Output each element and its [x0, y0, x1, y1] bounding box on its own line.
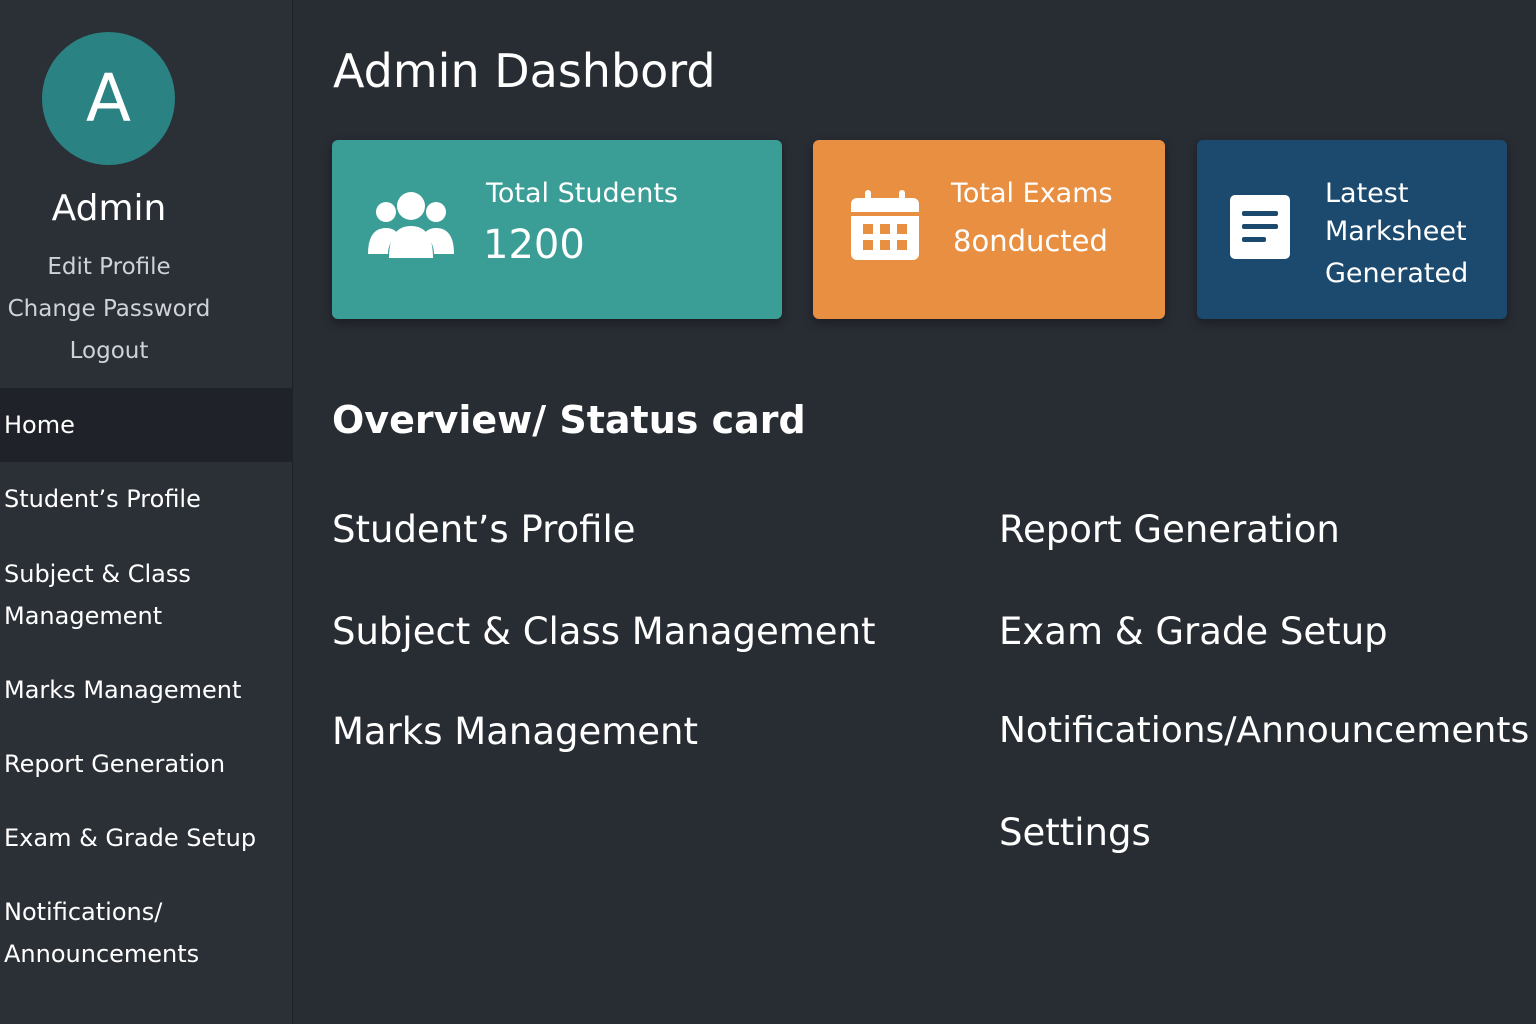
card-value: 8onducted: [953, 224, 1108, 258]
section-title: Overview/ Status card: [332, 398, 806, 442]
logout-link[interactable]: Logout: [0, 338, 218, 364]
document-icon: [1228, 193, 1292, 265]
admin-name: Admin: [51, 188, 167, 229]
sidebar-item-label: Home: [4, 411, 75, 439]
sidebar-item-notifications[interactable]: Notifications/ Announcements: [0, 891, 293, 975]
total-exams-card[interactable]: Total Exams 8onducted: [813, 140, 1165, 319]
card-title: Total Students: [486, 178, 678, 209]
link-subject-class-management[interactable]: Subject & Class Management: [332, 610, 876, 653]
link-marks-management[interactable]: Marks Management: [332, 710, 698, 753]
sidebar-item-report[interactable]: Report Generation: [0, 743, 293, 785]
link-settings[interactable]: Settings: [999, 811, 1151, 854]
total-students-card[interactable]: Total Students 1200: [332, 140, 782, 319]
link-exam-grade-setup[interactable]: Exam & Grade Setup: [999, 610, 1388, 653]
sidebar-item-label: Student’s Profile: [4, 485, 201, 513]
link-notifications-announcements[interactable]: Notifications/Announcements: [999, 710, 1529, 751]
card-value: 1200: [483, 222, 585, 268]
sidebar-item-label: Subject & Class: [4, 560, 191, 588]
sidebar-item-marks[interactable]: Marks Management: [0, 669, 293, 711]
sidebar-item-exam-grade[interactable]: Exam & Grade Setup: [0, 817, 293, 859]
card-line-3: Generated: [1325, 258, 1469, 289]
sidebar-item-label-2: Management: [4, 602, 163, 630]
sidebar: A Admin Edit Profile Change Password Log…: [0, 0, 293, 1024]
avatar-letter: A: [85, 60, 132, 137]
change-password-link[interactable]: Change Password: [0, 296, 218, 322]
sidebar-item-home[interactable]: Home: [0, 388, 293, 462]
sidebar-item-label: Exam & Grade Setup: [4, 824, 257, 852]
card-title: Total Exams: [951, 178, 1113, 209]
card-line-2: Marksheet: [1325, 216, 1467, 247]
link-students-profile[interactable]: Student’s Profile: [332, 508, 636, 551]
card-line-1: Latest: [1325, 178, 1409, 209]
avatar[interactable]: A: [42, 32, 175, 165]
latest-marksheet-card[interactable]: Latest Marksheet Generated: [1197, 140, 1507, 319]
calendar-icon: [849, 188, 921, 266]
sidebar-item-label: Marks Management: [4, 676, 242, 704]
edit-profile-link[interactable]: Edit Profile: [0, 254, 218, 280]
sidebar-item-students-profile[interactable]: Student’s Profile: [0, 478, 293, 520]
users-icon: [366, 190, 456, 264]
sidebar-item-label-2: Announcements: [4, 940, 200, 968]
sidebar-item-label: Report Generation: [4, 750, 226, 778]
page-title: Admin Dashbord: [333, 44, 716, 98]
sidebar-item-subject-class[interactable]: Subject & Class Management: [0, 553, 293, 637]
link-report-generation[interactable]: Report Generation: [999, 508, 1340, 551]
sidebar-item-label: Notifications/: [4, 898, 163, 926]
